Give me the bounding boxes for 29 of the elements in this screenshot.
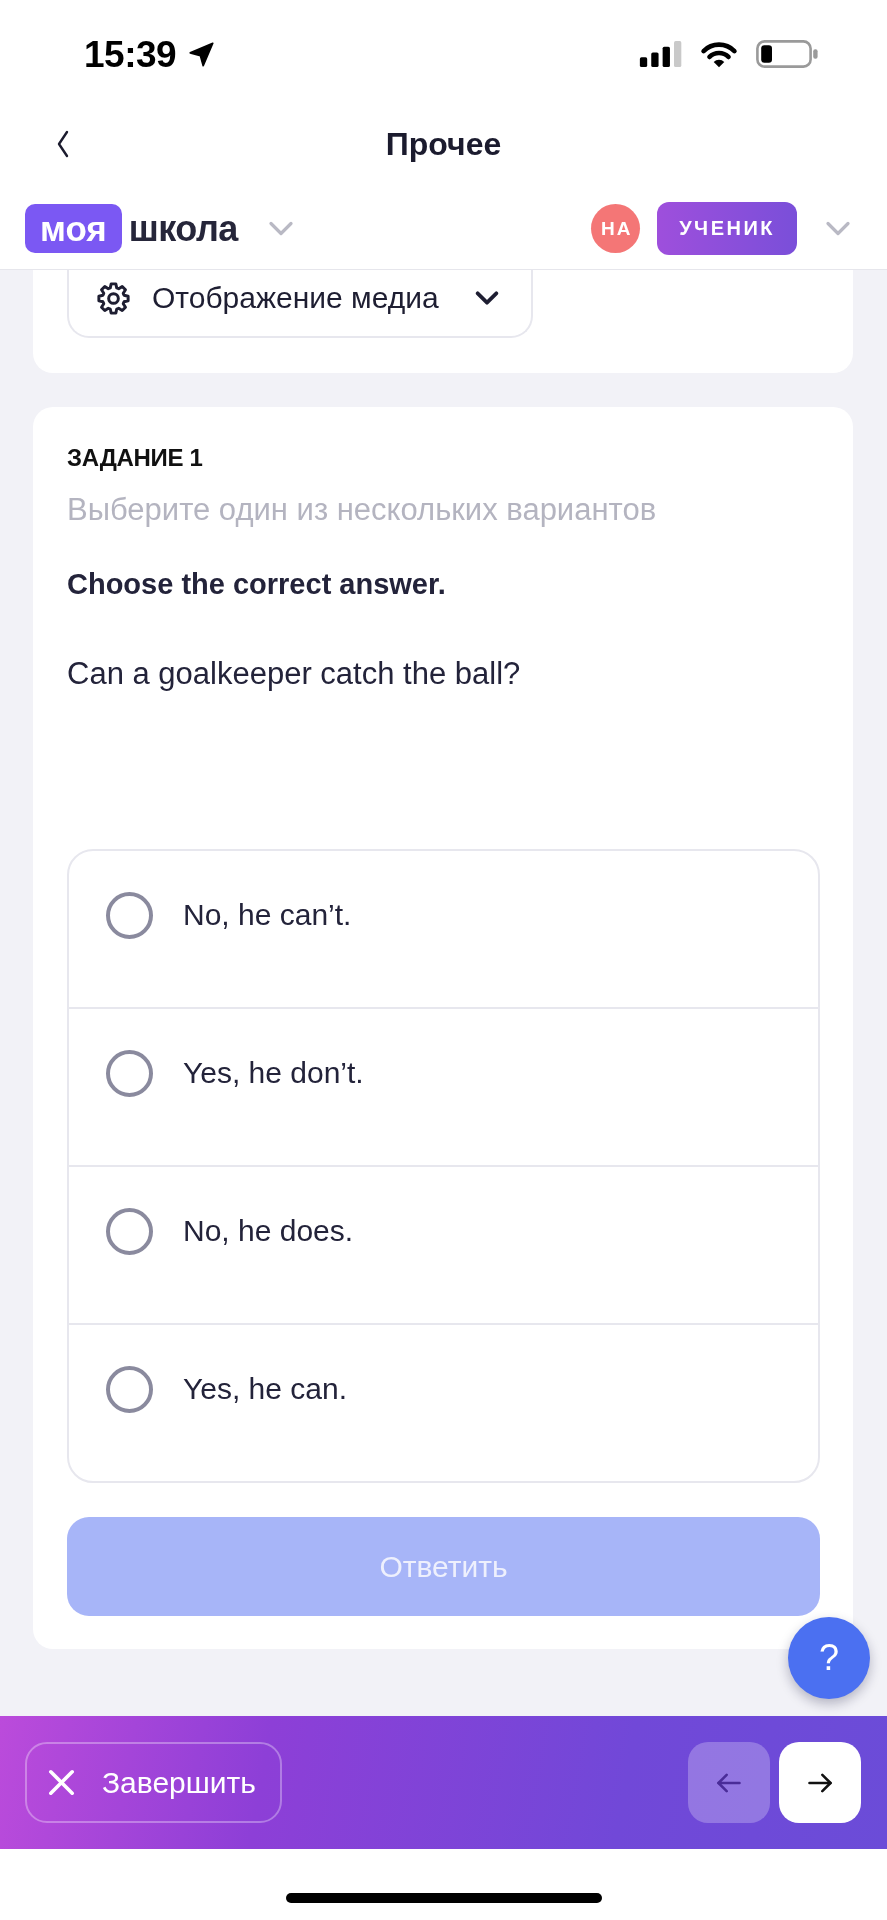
status-time: 15:39 xyxy=(84,35,177,73)
avatar: НА xyxy=(591,204,641,253)
task-instruction: Выберите один из нескольких вариантов xyxy=(67,491,658,529)
screen-title: Прочее xyxy=(385,128,502,160)
answer-option[interactable]: No, he can’t. xyxy=(69,851,818,1007)
location-arrow-icon xyxy=(188,40,216,68)
chevron-down-icon[interactable] xyxy=(475,291,499,305)
role-badge: УЧЕНИК xyxy=(657,202,797,255)
next-button[interactable] xyxy=(779,1742,861,1823)
task-prompt: Choose the correct answer. xyxy=(67,567,447,602)
wifi-icon xyxy=(700,40,738,68)
answer-option[interactable]: Yes, he don’t. xyxy=(69,1009,818,1165)
task-number: ЗАДАНИЕ 1 xyxy=(67,444,204,472)
logo-text: школа xyxy=(128,210,238,247)
radio-icon[interactable] xyxy=(106,891,153,939)
radio-icon[interactable] xyxy=(106,1207,153,1255)
question-text: Can a goalkeeper catch the ball? xyxy=(67,655,522,693)
help-button[interactable]: ? xyxy=(788,1617,870,1699)
media-settings-button[interactable]: Отображение медиа xyxy=(67,270,533,338)
signal-icon xyxy=(639,41,683,67)
close-icon xyxy=(48,1769,75,1796)
gear-icon xyxy=(96,280,131,316)
battery-icon xyxy=(756,40,820,68)
logo-badge: моя xyxy=(25,204,122,253)
finish-button[interactable]: Завершить xyxy=(25,1742,282,1823)
answer-option[interactable]: Yes, he can. xyxy=(69,1325,818,1481)
radio-icon[interactable] xyxy=(106,1365,153,1413)
answer-option[interactable]: No, he does. xyxy=(69,1167,818,1323)
radio-icon[interactable] xyxy=(106,1049,153,1097)
